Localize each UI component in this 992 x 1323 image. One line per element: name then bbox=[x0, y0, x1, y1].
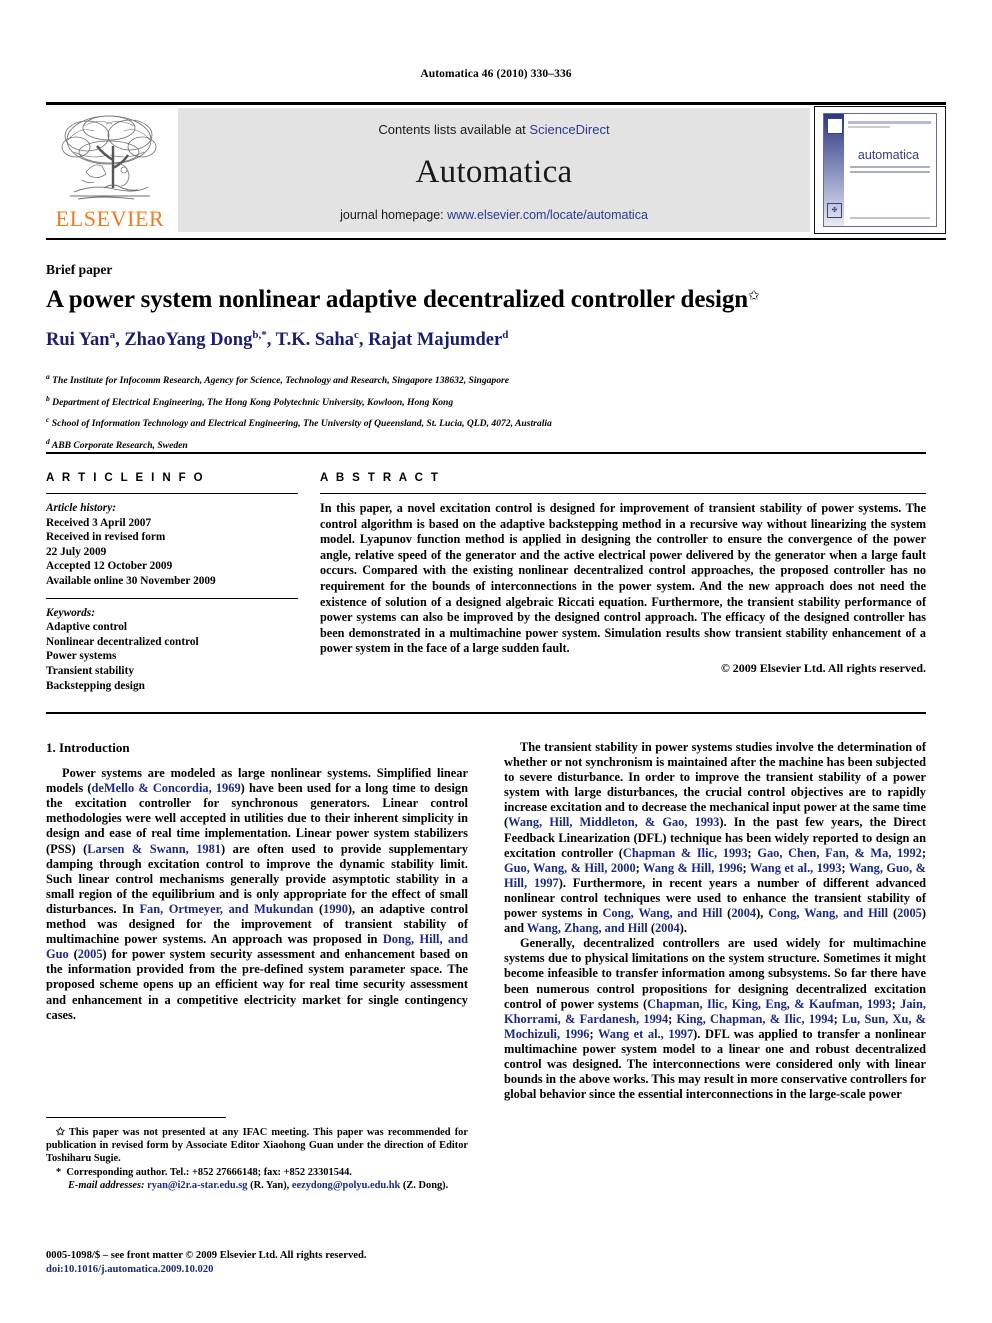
title-footnote-marker: ✩ bbox=[748, 289, 760, 304]
article-history-item: Received 3 April 2007 bbox=[46, 516, 152, 529]
footnote-rule bbox=[46, 1117, 226, 1118]
article-history-block: Article history: Received 3 April 2007 R… bbox=[46, 501, 298, 589]
author-name[interactable]: Rui Yan bbox=[46, 330, 110, 350]
body-column-left: 1. Introduction Power systems are modele… bbox=[46, 740, 468, 1023]
section-heading-introduction: 1. Introduction bbox=[46, 740, 130, 755]
journal-cover-thumbnail: automatica ✤ bbox=[814, 106, 946, 234]
affiliation-item: b Department of Electrical Engineering, … bbox=[46, 390, 926, 412]
author-name[interactable]: ZhaoYang Dong bbox=[124, 330, 252, 350]
cover-journal-title: automatica bbox=[857, 148, 920, 162]
cover-header-rule bbox=[848, 121, 931, 124]
homepage-prefix: journal homepage: bbox=[340, 208, 448, 222]
email-addresses-label: E-mail addresses: bbox=[68, 1179, 145, 1191]
article-history-item: Received in revised form bbox=[46, 531, 166, 544]
author-name[interactable]: T.K. Saha bbox=[276, 330, 354, 350]
abstract-rule bbox=[320, 493, 926, 494]
keywords-label: Keywords: bbox=[46, 606, 95, 619]
author-affil-marker: a bbox=[109, 329, 116, 341]
keyword-item: Transient stability bbox=[46, 664, 134, 677]
email-owner-1: (R. Yan), bbox=[250, 1179, 290, 1191]
email-owner-2: (Z. Dong). bbox=[402, 1179, 449, 1191]
sciencedirect-link[interactable]: ScienceDirect bbox=[529, 122, 609, 137]
article-history-item: Available online 30 November 2009 bbox=[46, 574, 216, 587]
page-title: A power system nonlinear adaptive decent… bbox=[46, 286, 926, 314]
journal-homepage-link[interactable]: www.elsevier.com/locate/automatica bbox=[447, 208, 648, 222]
affiliation-marker: c bbox=[46, 415, 50, 425]
footnote-asterisk-marker: * bbox=[56, 1166, 67, 1178]
affiliation-text: Department of Electrical Engineering, Th… bbox=[52, 396, 454, 408]
affiliation-text: The Institute for Infocomm Research, Age… bbox=[52, 375, 510, 387]
keyword-item: Backstepping design bbox=[46, 679, 145, 692]
affiliation-text: ABB Corporate Research, Sweden bbox=[51, 440, 188, 452]
issn-line: 0005-1098/$ – see front matter © 2009 El… bbox=[46, 1250, 367, 1261]
cover-subtitle-rule-2 bbox=[850, 171, 930, 173]
abstract-panel: A B S T R A C T In this paper, a novel e… bbox=[320, 472, 926, 676]
affiliation-marker: b bbox=[46, 393, 50, 403]
cover-subtitle-rule-1 bbox=[850, 166, 930, 168]
footnote-star-text: This paper was not presented at any IFAC… bbox=[46, 1127, 468, 1165]
affiliation-list: a The Institute for Infocomm Research, A… bbox=[46, 368, 926, 455]
abstract-text: In this paper, a novel excitation contro… bbox=[320, 501, 926, 656]
cover-ifac-mark-icon: ✤ bbox=[827, 203, 842, 218]
cover-publisher-mark-icon bbox=[827, 118, 843, 134]
title-block-rule bbox=[46, 452, 926, 454]
body-paragraph: Generally, decentralized controllers are… bbox=[504, 936, 927, 1102]
article-history-item: Accepted 12 October 2009 bbox=[46, 560, 173, 573]
keyword-item: Adaptive control bbox=[46, 621, 128, 634]
elsevier-logo: ELSEVIER bbox=[46, 108, 174, 234]
masthead-bottom-rule bbox=[46, 238, 946, 240]
footnote-corresponding-text: Corresponding author. Tel.: +852 2766614… bbox=[66, 1166, 352, 1178]
affiliation-text: School of Information Technology and Ele… bbox=[51, 418, 552, 430]
article-info-heading: A R T I C L E I N F O bbox=[46, 472, 206, 484]
paper-title-text: A power system nonlinear adaptive decent… bbox=[46, 286, 749, 313]
author-list: Rui Yana, ZhaoYang Dongb,*, T.K. Sahac, … bbox=[46, 329, 509, 351]
running-head: Automatica 46 (2010) 330–336 bbox=[420, 68, 572, 80]
cover-header-rule-secondary bbox=[848, 126, 890, 128]
journal-masthead: ELSEVIER Contents lists available at Sci… bbox=[46, 104, 946, 234]
author-affil-marker: d bbox=[502, 329, 509, 341]
masthead-band: Contents lists available at ScienceDirec… bbox=[178, 108, 810, 232]
abstract-block-rule bbox=[46, 712, 926, 714]
elsevier-tree-icon bbox=[54, 110, 164, 204]
article-history-item: 22 July 2009 bbox=[46, 545, 107, 558]
author-affil-marker: b,* bbox=[252, 329, 267, 341]
article-info-rule bbox=[46, 493, 298, 494]
affiliation-marker: a bbox=[46, 372, 50, 381]
journal-title: Automatica bbox=[415, 154, 573, 190]
affiliation-item: a The Institute for Infocomm Research, A… bbox=[46, 368, 926, 390]
affiliation-item: c School of Information Technology and E… bbox=[46, 411, 926, 433]
author-name[interactable]: Rajat Majumder bbox=[368, 330, 502, 350]
email-link-1[interactable]: ryan@i2r.a-star.edu.sg bbox=[147, 1180, 247, 1191]
contents-prefix: Contents lists available at bbox=[378, 122, 530, 137]
footnote-star-note: ✩ This paper was not presented at any IF… bbox=[46, 1126, 468, 1166]
doi-link[interactable]: doi:10.1016/j.automatica.2009.10.020 bbox=[46, 1263, 506, 1277]
body-paragraph: The transient stability in power systems… bbox=[504, 740, 926, 936]
article-info-panel: A R T I C L E I N F O Article history: R… bbox=[46, 472, 298, 693]
article-type-label: Brief paper bbox=[46, 262, 113, 277]
keywords-rule bbox=[46, 597, 298, 599]
contents-available-line: Contents lists available at ScienceDirec… bbox=[178, 122, 810, 137]
email-link-2[interactable]: eezydong@polyu.edu.hk bbox=[292, 1180, 400, 1191]
journal-cover-inner: automatica ✤ bbox=[823, 113, 937, 227]
footnote-emails: E-mail addresses: ryan@i2r.a-star.edu.sg… bbox=[46, 1179, 468, 1192]
cover-footer-rule bbox=[850, 217, 930, 219]
journal-homepage-line: journal homepage: www.elsevier.com/locat… bbox=[178, 208, 810, 222]
footnote-star-marker: ✩ bbox=[56, 1127, 69, 1138]
abstract-heading: A B S T R A C T bbox=[320, 472, 441, 484]
footnote-corresponding-author: * Corresponding author. Tel.: +852 27666… bbox=[46, 1166, 468, 1179]
body-paragraph: Power systems are modeled as large nonli… bbox=[46, 766, 469, 1022]
affiliation-marker: d bbox=[46, 437, 50, 447]
article-history-label: Article history: bbox=[46, 502, 116, 514]
keyword-item: Power systems bbox=[46, 650, 117, 663]
keywords-block: Keywords: Adaptive control Nonlinear dec… bbox=[46, 606, 298, 694]
issn-copyright-block: 0005-1098/$ – see front matter © 2009 El… bbox=[46, 1249, 506, 1277]
elsevier-wordmark: ELSEVIER bbox=[55, 206, 165, 231]
footnote-block: ✩ This paper was not presented at any IF… bbox=[46, 1126, 468, 1192]
abstract-copyright: © 2009 Elsevier Ltd. All rights reserved… bbox=[720, 660, 926, 675]
body-column-right: The transient stability in power systems… bbox=[504, 740, 926, 1102]
author-affil-marker: c bbox=[353, 329, 359, 341]
paper-page: Automatica 46 (2010) 330–336 ELSEVIER Co… bbox=[0, 0, 992, 1323]
keyword-item: Nonlinear decentralized control bbox=[46, 635, 199, 648]
